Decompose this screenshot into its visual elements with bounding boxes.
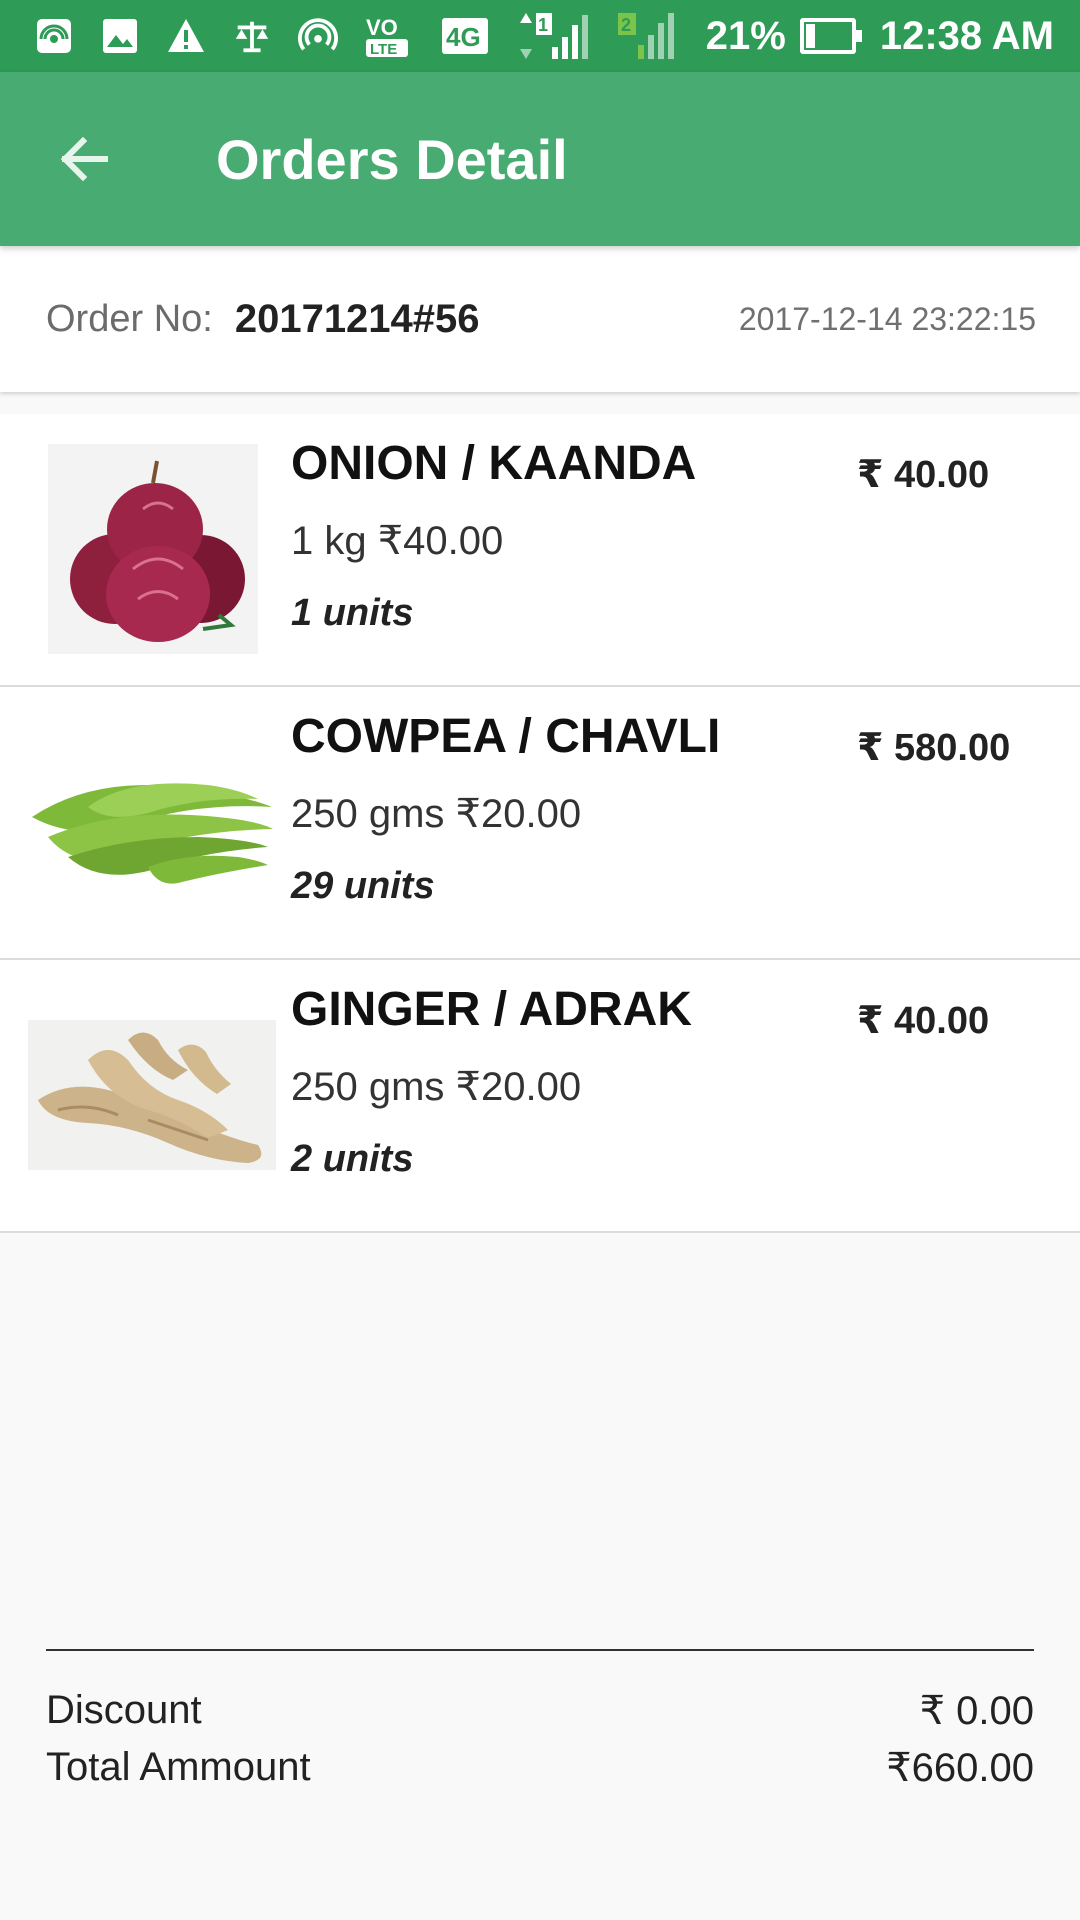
discount-value: ₹ 0.00 — [919, 1689, 1034, 1733]
signal-2-icon: 2 — [616, 13, 676, 59]
order-datetime: 2017-12-14 23:22:15 — [738, 300, 1036, 337]
item-units: 29 units — [291, 865, 435, 907]
order-header: Order No: 20171214#56 2017-12-14 23:22:1… — [0, 246, 1080, 392]
item-quantity: 1 kg ₹40.00 — [291, 519, 504, 563]
warning-icon — [166, 16, 206, 56]
order-number: 20171214#56 — [234, 296, 480, 341]
status-icons: VO LTE 4G 1 2 — [34, 13, 676, 59]
item-name: GINGER / ADRAK — [291, 983, 692, 1036]
hotspot-icon — [34, 16, 74, 56]
status-bar: VO LTE 4G 1 2 21% 12:38 AM — [0, 0, 1080, 72]
signal-1-icon: 1 — [518, 13, 590, 59]
list-item[interactable]: ONION / KAANDA 1 kg ₹40.00 1 units ₹ 40.… — [0, 414, 1080, 687]
svg-text:2: 2 — [621, 15, 631, 35]
item-name: ONION / KAANDA — [291, 437, 697, 490]
item-price: ₹ 40.00 — [857, 454, 990, 496]
arrow-left-icon — [60, 136, 108, 182]
summary-divider — [46, 1649, 1034, 1651]
onion-image — [48, 444, 258, 654]
total-label: Total Ammount — [46, 1745, 311, 1789]
cowpea-image — [28, 707, 276, 937]
volte-icon: VO LTE — [364, 15, 414, 58]
battery-percent: 21% — [705, 13, 786, 58]
image-icon — [100, 16, 140, 56]
svg-text:4G: 4G — [446, 22, 481, 52]
battery-fill — [805, 24, 816, 48]
list-item[interactable]: COWPEA / CHAVLI 250 gms ₹20.00 29 units … — [0, 687, 1080, 960]
discount-row: Discount ₹ 0.00 — [46, 1688, 1034, 1734]
scale-icon — [232, 16, 272, 56]
ginger-image — [28, 1020, 276, 1170]
item-units: 2 units — [291, 1138, 414, 1180]
page-title: Orders Detail — [216, 127, 568, 191]
total-row: Total Ammount ₹660.00 — [46, 1745, 1034, 1791]
svg-text:1: 1 — [538, 15, 548, 35]
svg-text:LTE: LTE — [370, 41, 397, 58]
battery-icon — [799, 18, 862, 54]
back-button[interactable] — [28, 104, 138, 214]
discount-label: Discount — [46, 1688, 202, 1732]
item-quantity: 250 gms ₹20.00 — [291, 1065, 582, 1109]
clock: 12:38 AM — [879, 13, 1054, 58]
svg-text:VO: VO — [366, 15, 398, 40]
item-units: 1 units — [291, 592, 414, 634]
order-items-list: ONION / KAANDA 1 kg ₹40.00 1 units ₹ 40.… — [0, 414, 1080, 1233]
item-name: COWPEA / CHAVLI — [291, 710, 721, 763]
app-bar: Orders Detail — [0, 72, 1080, 246]
status-right: 21% 12:38 AM — [706, 14, 1054, 59]
order-number-label: Order No: — [46, 297, 213, 340]
list-item[interactable]: GINGER / ADRAK 250 gms ₹20.00 2 units ₹ … — [0, 960, 1080, 1233]
item-quantity: 250 gms ₹20.00 — [291, 792, 582, 836]
item-price: ₹ 40.00 — [857, 1000, 990, 1042]
total-value: ₹660.00 — [886, 1746, 1034, 1790]
wifi-hotspot-icon — [298, 16, 338, 56]
4g-icon: 4G — [440, 16, 492, 56]
item-price: ₹ 580.00 — [857, 727, 1011, 769]
